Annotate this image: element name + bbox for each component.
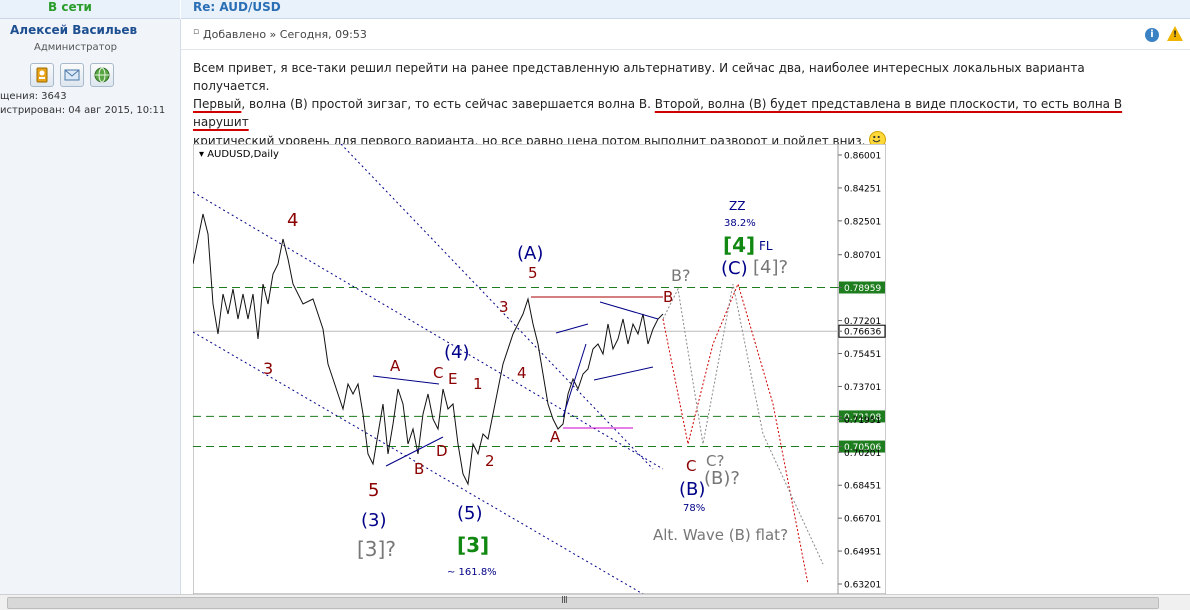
wave-label: 4: [287, 210, 298, 231]
wave-label: (5): [457, 503, 483, 524]
wave-label: 2: [485, 452, 495, 470]
post-text-fragment: , волна (B) простой зигзаг, то есть сейч…: [241, 97, 655, 111]
post-meta-bar: ▫ Добавлено » Сегодня, 09:53 i !: [181, 19, 1190, 50]
wave-label: C: [433, 364, 443, 382]
price-tick-label: 0.78959: [844, 284, 881, 294]
wave-label: 3: [263, 359, 273, 378]
web-icon[interactable]: [90, 63, 114, 87]
post-text-line-2: Первый, волна (B) простой зигзаг, то ест…: [193, 95, 1153, 131]
wave-label: [3]: [457, 533, 489, 557]
price-tick-label: 0.64951: [844, 548, 881, 558]
post-header: Re: AUD/USD: [181, 0, 1190, 19]
fib-label: ~ 161.8%: [447, 567, 497, 578]
price-tick-label: 0.66701: [844, 515, 881, 525]
post-bullet-icon: ▫: [193, 27, 200, 37]
wave-label: E: [448, 370, 457, 388]
online-status: В сети: [48, 0, 92, 14]
message-icon[interactable]: [60, 63, 84, 87]
price-tick-label: 0.84251: [844, 184, 881, 194]
wave-label: A: [550, 428, 561, 446]
scrollbar-thumb[interactable]: III: [7, 595, 1159, 609]
highlight-first: Первый: [193, 97, 242, 111]
wave-label: 3: [499, 298, 509, 316]
wave-label: (4): [444, 342, 470, 363]
topic-title-link[interactable]: Re: AUD/USD: [193, 0, 281, 14]
author-name-link[interactable]: Алексей Васильев: [10, 23, 137, 37]
fib-label: 38.2%: [724, 218, 756, 229]
wave-label: (A): [517, 243, 543, 264]
wave-label: ZZ: [729, 199, 745, 213]
author-header: В сети: [0, 0, 180, 19]
price-tick-label: 0.82501: [844, 217, 881, 227]
wave-label: [3]?: [357, 537, 396, 561]
fib-label: 78%: [683, 503, 705, 514]
audusd-chart: 0.860010.842510.825010.807010.789590.772…: [193, 144, 886, 594]
post-text-line-1: Всем привет, я все-таки решил перейти на…: [193, 61, 1085, 93]
wave-label: D: [436, 442, 448, 460]
price-tick-label: 0.71951: [844, 416, 881, 426]
author-panel: Алексей Васильев Администратор щения: 36…: [0, 19, 181, 594]
price-tick-label: 0.86001: [844, 152, 881, 162]
wave-label: 5: [528, 264, 538, 282]
chart-symbol: ▾ AUDUSD,Daily: [199, 149, 279, 160]
wave-label: B: [663, 288, 673, 306]
wave-label: (B): [679, 479, 705, 500]
price-tick-label: 0.75451: [844, 350, 881, 360]
scrollbar-grip: III: [561, 595, 568, 606]
horizontal-scrollbar[interactable]: III: [0, 594, 1190, 610]
price-tick-label: 0.68451: [844, 482, 881, 492]
wave-label: [4]?: [753, 257, 788, 278]
price-tick-label: 0.76636: [844, 328, 881, 338]
annotation-text: Alt. Wave (B) flat?: [653, 526, 788, 544]
wave-label: [4]: [723, 233, 755, 257]
price-tick-label: 0.73701: [844, 383, 881, 393]
wave-label: (C): [721, 258, 748, 279]
wave-label: B?: [671, 266, 690, 285]
price-tick-label: 0.70201: [844, 449, 881, 459]
wave-label: B: [414, 460, 424, 478]
wave-label: 4: [517, 364, 527, 382]
author-role: Администратор: [34, 42, 117, 53]
wave-label: C: [686, 457, 696, 475]
info-icon[interactable]: i: [1145, 28, 1159, 42]
post-body: Всем привет, я все-таки решил перейти на…: [193, 59, 1153, 150]
post-date: Добавлено » Сегодня, 09:53: [203, 28, 367, 41]
wave-label: FL: [759, 239, 773, 253]
wave-label: (3): [361, 510, 387, 531]
price-tick-label: 0.80701: [844, 251, 881, 261]
wave-label: 5: [368, 480, 379, 501]
post-count: щения: 3643: [0, 91, 67, 102]
chart-image: 0.86001 0.84251 0.82501 0.80701 0.78959 0.772…: [193, 144, 886, 594]
price-tick-label: 0.63201: [844, 581, 881, 591]
warning-icon[interactable]: !: [1167, 26, 1183, 41]
registration-date: истрирован: 04 авг 2015, 10:11: [0, 105, 166, 116]
profile-icon[interactable]: [30, 63, 54, 87]
wave-label: A: [390, 357, 401, 375]
wave-label: (B)?: [704, 468, 740, 489]
wave-label: 1: [473, 375, 483, 393]
